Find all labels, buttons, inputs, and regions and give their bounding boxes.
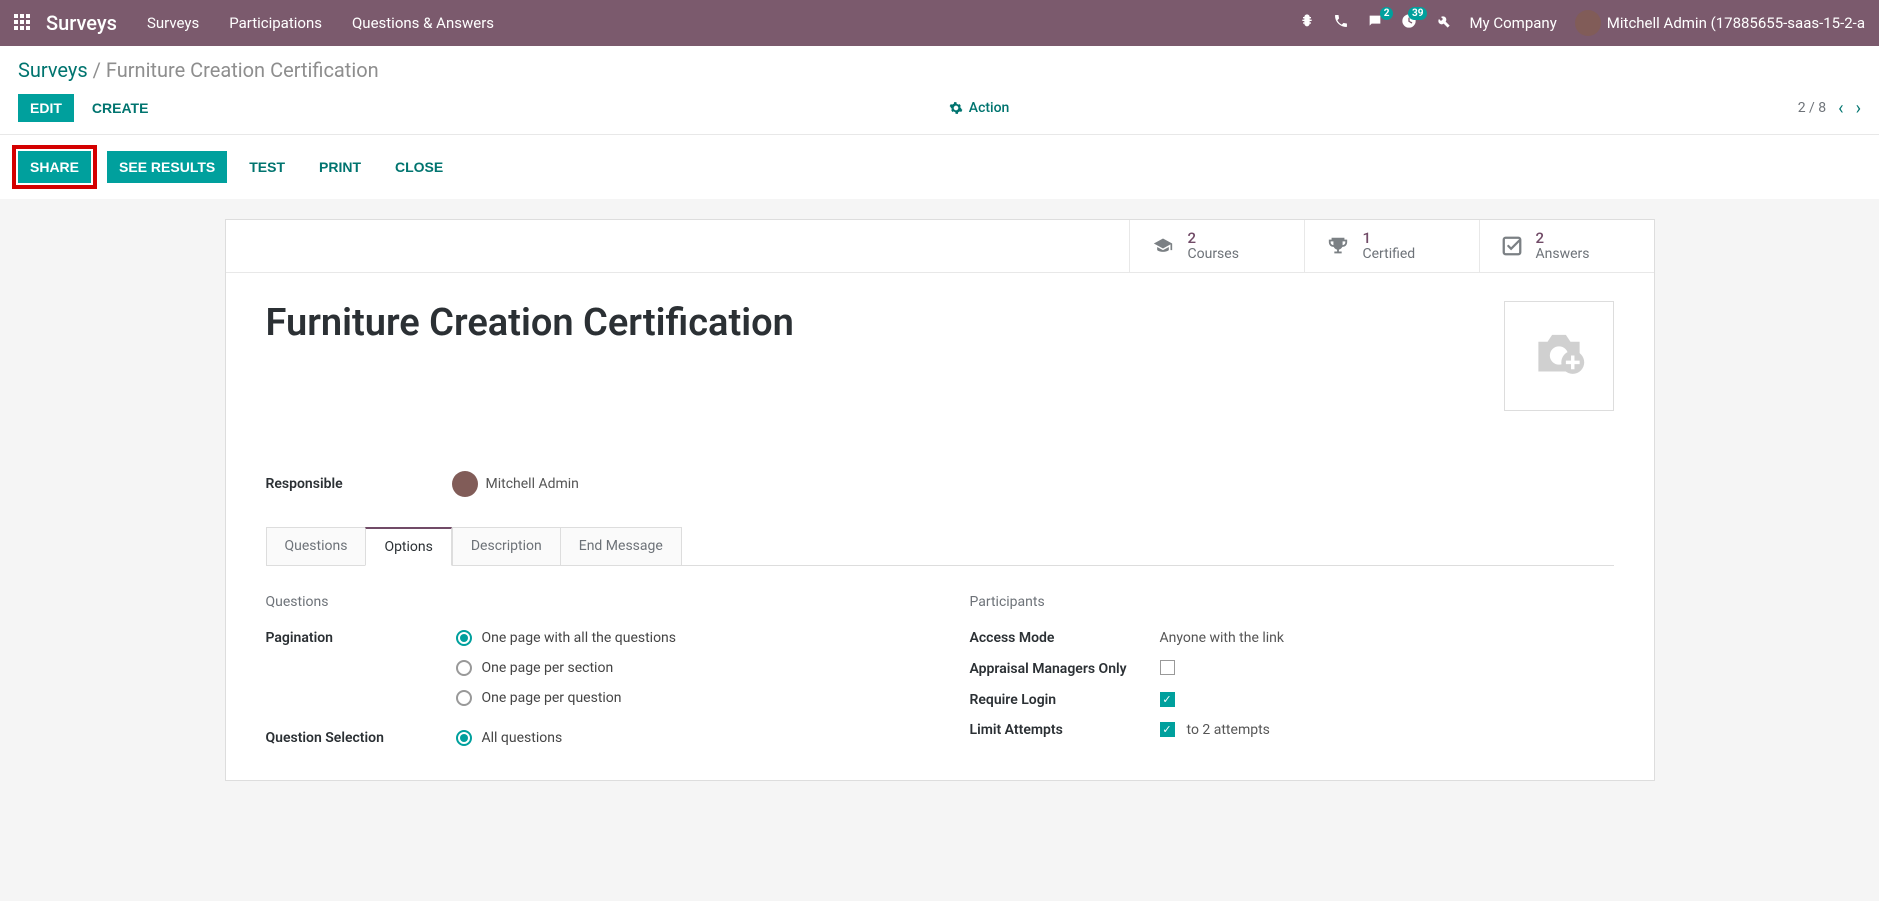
app-brand[interactable]: Surveys <box>46 11 117 35</box>
print-button[interactable]: PRINT <box>307 151 373 183</box>
limit-attempts-checkbox[interactable]: ✓ <box>1160 722 1175 737</box>
responsible-value[interactable]: Mitchell Admin <box>452 471 579 497</box>
status-bar: SHARE SEE RESULTS TEST PRINT CLOSE <box>0 134 1879 199</box>
create-button[interactable]: CREATE <box>80 94 161 122</box>
participants-section-header: Participants <box>970 594 1614 610</box>
pagination-label: Pagination <box>266 630 456 646</box>
image-placeholder[interactable] <box>1504 301 1614 411</box>
chat-icon[interactable]: 2 <box>1367 13 1383 33</box>
phone-icon[interactable] <box>1333 13 1349 33</box>
camera-plus-icon <box>1524 328 1594 383</box>
limit-attempts-label: Limit Attempts <box>970 722 1160 738</box>
pager-text[interactable]: 2 / 8 <box>1798 100 1826 116</box>
require-login-checkbox[interactable]: ✓ <box>1160 692 1175 707</box>
appraisal-label: Appraisal Managers Only <box>970 660 1160 678</box>
radio-icon <box>456 630 472 646</box>
control-panel: Surveys / Furniture Creation Certificati… <box>0 46 1879 134</box>
company-name[interactable]: My Company <box>1469 14 1556 32</box>
tab-end-message[interactable]: End Message <box>560 527 682 565</box>
activity-badge: 39 <box>1408 7 1427 20</box>
options-panel: Questions Pagination One page with all t… <box>266 594 1614 760</box>
stat-buttons: 2 Courses 1 Certified 2 Answers <box>226 220 1654 273</box>
apps-icon[interactable] <box>14 14 32 32</box>
questions-section-header: Questions <box>266 594 910 610</box>
action-dropdown[interactable]: Action <box>949 100 1010 116</box>
breadcrumb: Surveys / Furniture Creation Certificati… <box>18 58 1861 82</box>
responsible-label: Responsible <box>266 476 426 492</box>
appraisal-checkbox[interactable] <box>1160 660 1175 675</box>
tabs: Questions Options Description End Messag… <box>266 527 1614 566</box>
bug-icon[interactable] <box>1299 13 1315 33</box>
user-name: Mitchell Admin (17885655-saas-15-2-a <box>1607 14 1865 32</box>
radio-icon <box>456 660 472 676</box>
qselection-label: Question Selection <box>266 730 456 746</box>
radio-icon <box>456 690 472 706</box>
form-sheet: 2 Courses 1 Certified 2 Answers Furn <box>225 219 1655 781</box>
pagination-opt-all[interactable]: One page with all the questions <box>456 630 677 646</box>
edit-button[interactable]: EDIT <box>18 94 74 122</box>
pager-next[interactable]: › <box>1856 98 1861 119</box>
pager-prev[interactable]: ‹ <box>1838 98 1843 119</box>
pagination-radio-group: One page with all the questions One page… <box>456 630 677 706</box>
access-mode-value: Anyone with the link <box>1160 630 1285 646</box>
check-square-icon <box>1500 235 1524 257</box>
stat-answers[interactable]: 2 Answers <box>1479 220 1654 272</box>
breadcrumb-root[interactable]: Surveys <box>18 58 88 82</box>
close-button[interactable]: CLOSE <box>383 151 455 183</box>
share-button[interactable]: SHARE <box>18 151 91 183</box>
trophy-icon <box>1325 235 1351 257</box>
chat-badge: 2 <box>1380 7 1394 20</box>
stat-certified[interactable]: 1 Certified <box>1304 220 1479 272</box>
activity-icon[interactable]: 39 <box>1401 13 1417 33</box>
stat-courses[interactable]: 2 Courses <box>1129 220 1304 272</box>
require-login-label: Require Login <box>970 692 1160 708</box>
highlight-box: SHARE <box>12 145 97 189</box>
tools-icon[interactable] <box>1435 13 1451 33</box>
user-menu[interactable]: Mitchell Admin (17885655-saas-15-2-a <box>1575 10 1865 36</box>
pagination-opt-question[interactable]: One page per question <box>456 690 677 706</box>
gear-icon <box>949 101 963 115</box>
see-results-button[interactable]: SEE RESULTS <box>107 151 227 183</box>
radio-icon <box>456 730 472 746</box>
menu-surveys[interactable]: Surveys <box>147 14 199 32</box>
pagination-opt-section[interactable]: One page per section <box>456 660 677 676</box>
avatar-icon <box>1575 10 1601 36</box>
qselection-opt-all[interactable]: All questions <box>456 730 563 746</box>
breadcrumb-current: Furniture Creation Certification <box>106 58 379 82</box>
main-menu: Surveys Participations Questions & Answe… <box>147 14 494 32</box>
record-title: Furniture Creation Certification <box>266 301 794 345</box>
tab-description[interactable]: Description <box>452 527 561 565</box>
avatar-icon <box>452 471 478 497</box>
pager: 2 / 8 ‹ › <box>1798 98 1861 119</box>
menu-questions-answers[interactable]: Questions & Answers <box>352 14 494 32</box>
tab-questions[interactable]: Questions <box>266 527 367 565</box>
graduation-cap-icon <box>1150 236 1176 256</box>
menu-participations[interactable]: Participations <box>229 14 322 32</box>
top-navbar: Surveys Surveys Participations Questions… <box>0 0 1879 46</box>
limit-attempts-value: to 2 attempts <box>1187 722 1270 738</box>
tab-options[interactable]: Options <box>365 527 451 566</box>
test-button[interactable]: TEST <box>237 151 297 183</box>
access-mode-label: Access Mode <box>970 630 1160 646</box>
